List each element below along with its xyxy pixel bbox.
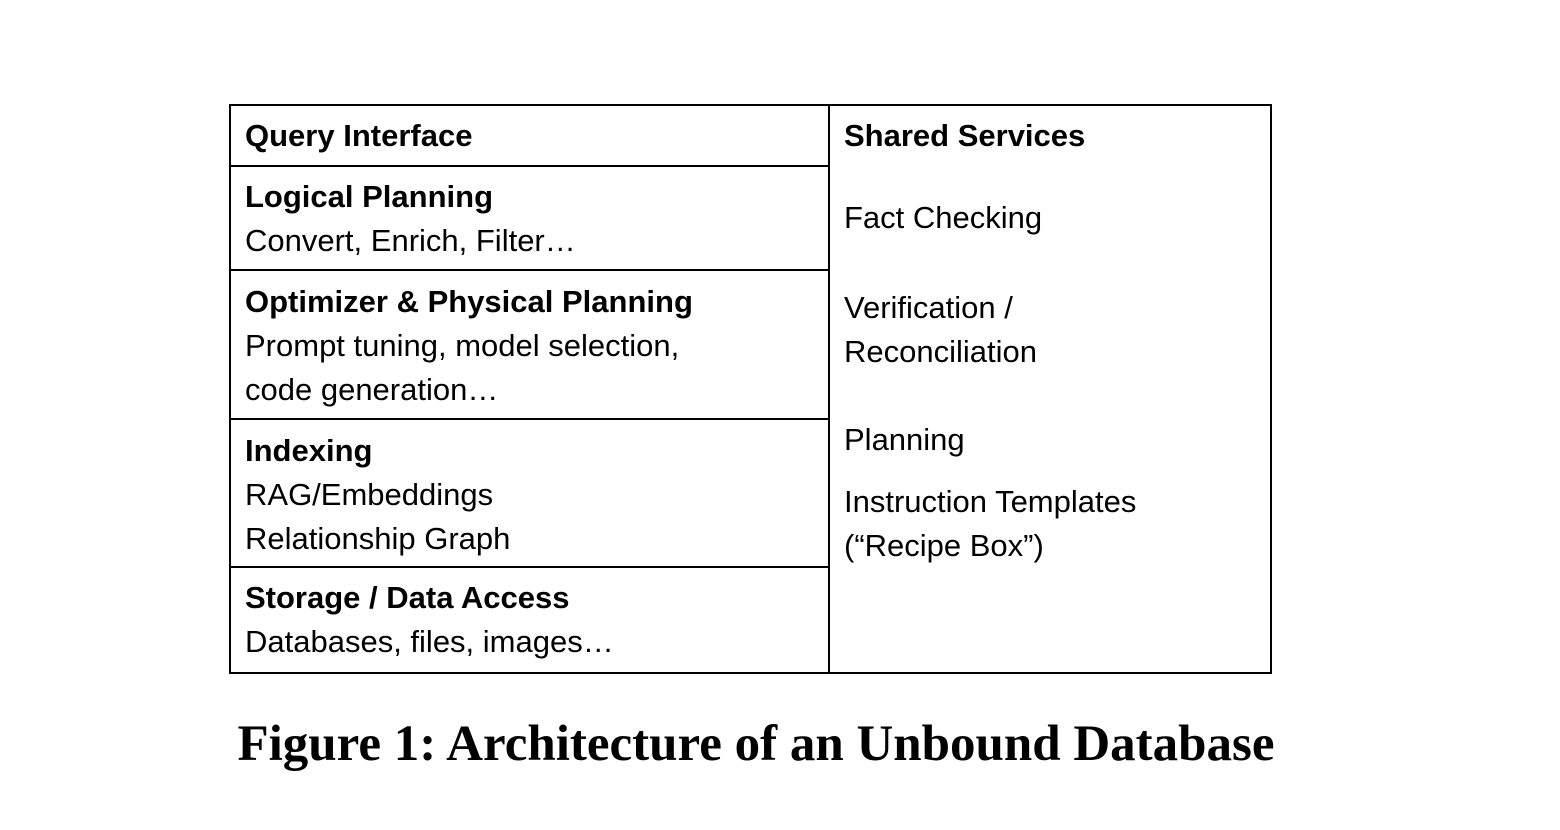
layer-detail: Relationship Graph (245, 521, 511, 556)
layer-indexing: Indexing RAG/Embeddings Relationship Gra… (231, 420, 828, 568)
layer-logical-planning: Logical Planning Convert, Enrich, Filter… (231, 167, 828, 271)
layer-title: Storage / Data Access (245, 580, 570, 615)
layer-detail: code generation… (245, 372, 499, 407)
layer-storage-data-access: Storage / Data Access Databases, files, … (231, 568, 828, 672)
service-fact-checking: Fact Checking (844, 196, 1042, 240)
service-line: Instruction Templates (844, 484, 1137, 519)
layer-title: Query Interface (245, 118, 473, 153)
service-line: (“Recipe Box”) (844, 528, 1044, 563)
service-line: Reconciliation (844, 334, 1037, 369)
layer-detail: Prompt tuning, model selection, (245, 328, 680, 363)
service-line: Fact Checking (844, 200, 1043, 235)
layer-query-interface: Query Interface (231, 106, 828, 167)
service-line: Verification / (844, 290, 1013, 325)
architecture-diagram: Query Interface Logical Planning Convert… (229, 104, 1272, 674)
service-line: Planning (844, 422, 965, 457)
layer-detail: Databases, files, images… (245, 624, 614, 659)
figure-caption: Figure 1: Architecture of an Unbound Dat… (237, 716, 1275, 772)
layer-title: Indexing (245, 433, 373, 468)
service-planning: Planning (844, 418, 965, 462)
layer-title: Optimizer & Physical Planning (245, 284, 693, 319)
shared-services-title: Shared Services (844, 118, 1086, 153)
layer-stack: Query Interface Logical Planning Convert… (231, 106, 830, 672)
service-verification-reconciliation: Verification / Reconciliation (844, 286, 1037, 374)
service-instruction-templates: Instruction Templates (“Recipe Box”) (844, 480, 1136, 568)
layer-detail: RAG/Embeddings (245, 477, 494, 512)
layer-detail: Convert, Enrich, Filter… (245, 223, 576, 258)
shared-services-panel: Shared Services Fact Checking Verificati… (830, 106, 1270, 672)
layer-title: Logical Planning (245, 179, 494, 214)
layer-optimizer-physical-planning: Optimizer & Physical Planning Prompt tun… (231, 271, 828, 420)
